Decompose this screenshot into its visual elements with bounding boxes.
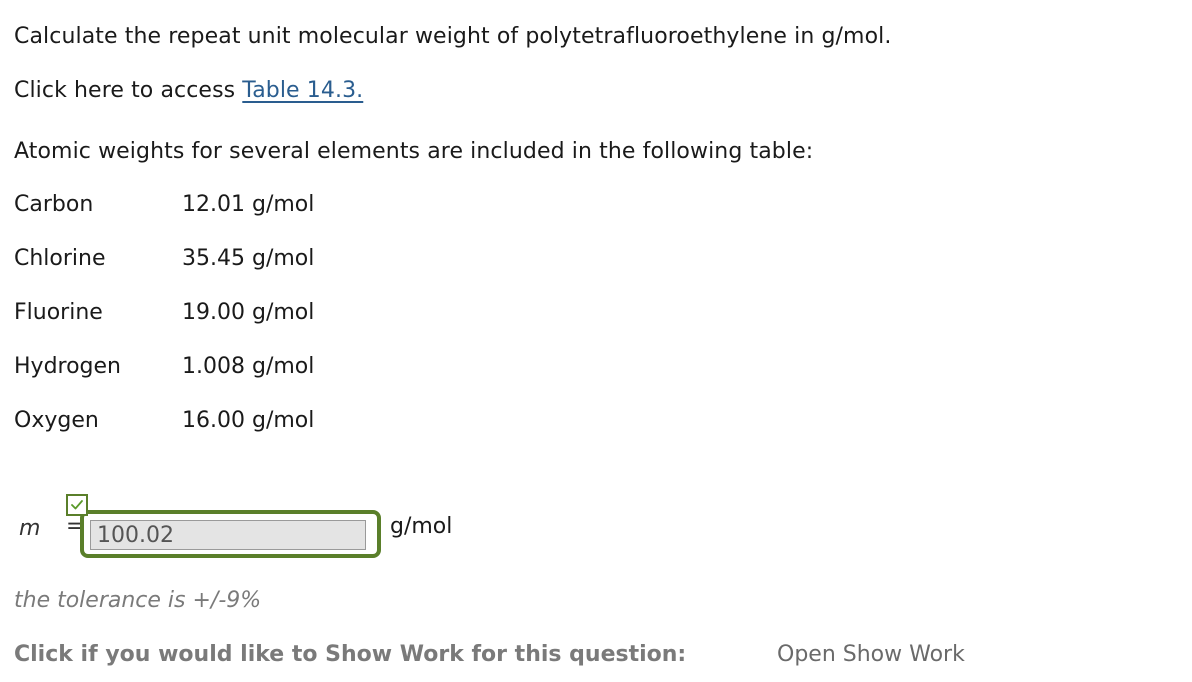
element-weight: 1.008 g/mol (182, 354, 315, 379)
answer-row: m = g/mol (14, 494, 614, 564)
table-link[interactable]: Table 14.3. (242, 78, 363, 103)
open-show-work-link[interactable]: Open Show Work (777, 642, 965, 667)
show-work-row: Click if you would like to Show Work for… (14, 642, 686, 667)
question-prompt: Calculate the repeat unit molecular weig… (14, 24, 892, 49)
tolerance-note: the tolerance is +/-9% (14, 588, 262, 613)
element-name: Carbon (14, 192, 94, 217)
element-name: Oxygen (14, 408, 99, 433)
answer-input[interactable] (90, 520, 366, 550)
element-weight: 12.01 g/mol (182, 192, 315, 217)
element-name: Hydrogen (14, 354, 121, 379)
answer-unit: g/mol (390, 514, 453, 539)
element-weight: 35.45 g/mol (182, 246, 315, 271)
element-weight: 16.00 g/mol (182, 408, 315, 433)
answer-input-frame (80, 510, 381, 558)
access-prefix: Click here to access (14, 78, 243, 103)
element-name: Fluorine (14, 300, 103, 325)
check-icon (71, 500, 83, 510)
element-weight: 19.00 g/mol (182, 300, 315, 325)
show-work-label: Click if you would like to Show Work for… (14, 642, 687, 667)
correct-status-badge (66, 494, 88, 516)
table-intro: Atomic weights for several elements are … (14, 139, 814, 164)
access-line: Click here to access Table 14.3. (14, 78, 363, 103)
element-name: Chlorine (14, 246, 106, 271)
answer-variable: m (19, 516, 41, 541)
